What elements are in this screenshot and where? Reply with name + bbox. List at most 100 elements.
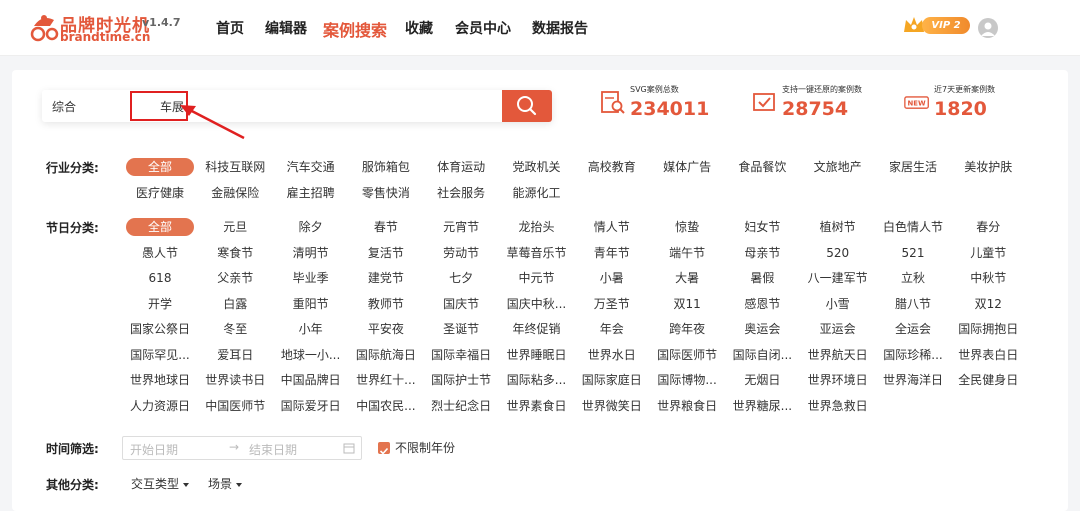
search-button[interactable] (502, 90, 552, 122)
vip-badge[interactable]: VIP 2 (902, 14, 970, 36)
festival-tag[interactable]: 烈士纪念日 (425, 397, 497, 415)
festival-tag[interactable]: 元宵节 (425, 218, 497, 236)
festival-tag[interactable]: 世界糖尿... (726, 397, 798, 415)
festival-tag[interactable]: 国际罕见... (124, 346, 196, 364)
scene-dropdown[interactable]: 场景 (208, 475, 243, 492)
festival-tag[interactable]: 520 (802, 244, 874, 262)
festival-tag[interactable]: 世界粮食日 (651, 397, 723, 415)
industry-tag[interactable]: 服饰箱包 (350, 158, 422, 176)
festival-tag[interactable]: 无烟日 (726, 371, 798, 389)
festival-tag[interactable]: 草莓音乐节 (501, 244, 573, 262)
end-date-input[interactable]: 结束日期 (249, 441, 297, 458)
industry-tag[interactable]: 高校教育 (576, 158, 648, 176)
festival-tag[interactable]: 人力资源日 (124, 397, 196, 415)
festival-tag[interactable]: 圣诞节 (425, 320, 497, 338)
festival-tag[interactable]: 爱耳日 (199, 346, 271, 364)
industry-tag[interactable]: 社会服务 (425, 184, 497, 202)
festival-tag[interactable]: 年终促销 (501, 320, 573, 338)
festival-tag[interactable]: 妇女节 (726, 218, 798, 236)
festival-tag[interactable]: 小暑 (576, 269, 648, 287)
festival-tag[interactable]: 国家公祭日 (124, 320, 196, 338)
festival-tag[interactable]: 中国医师节 (199, 397, 271, 415)
industry-tag[interactable]: 美妆护肤 (952, 158, 1024, 176)
festival-tag[interactable]: 毕业季 (275, 269, 347, 287)
festival-tag[interactable]: 世界读书日 (199, 371, 271, 389)
nav-favorites[interactable]: 收藏 (405, 18, 433, 38)
festival-tag[interactable]: 世界海洋日 (877, 371, 949, 389)
festival-tag[interactable]: 腊八节 (877, 295, 949, 313)
festival-tag[interactable]: 重阳节 (275, 295, 347, 313)
no-limit-year-checkbox[interactable] (378, 442, 390, 455)
festival-tag[interactable]: 春节 (350, 218, 422, 236)
festival-tag[interactable]: 七夕 (425, 269, 497, 287)
festival-tag[interactable]: 跨年夜 (651, 320, 723, 338)
festival-tag[interactable]: 国庆中秋... (501, 295, 573, 313)
festival-tag[interactable]: 地球一小... (275, 346, 347, 364)
nav-case-search[interactable]: 案例搜索 (323, 17, 387, 41)
festival-tag[interactable]: 双11 (651, 295, 723, 313)
festival-tag[interactable]: 立秋 (877, 269, 949, 287)
industry-tag[interactable]: 文旅地产 (802, 158, 874, 176)
festival-tag[interactable]: 国际博物... (651, 371, 723, 389)
festival-tag[interactable]: 世界红十... (350, 371, 422, 389)
nav-home[interactable]: 首页 (216, 18, 244, 38)
interaction-type-dropdown[interactable]: 交互类型 (131, 475, 190, 492)
festival-tag[interactable]: 大暑 (651, 269, 723, 287)
festival-tag[interactable]: 愚人节 (124, 244, 196, 262)
nav-data-report[interactable]: 数据报告 (532, 18, 588, 38)
festival-tag[interactable]: 国际粘多... (501, 371, 573, 389)
festival-tag[interactable]: 小雪 (802, 295, 874, 313)
avatar[interactable] (978, 18, 998, 38)
festival-tag[interactable]: 八一建军节 (802, 269, 874, 287)
start-date-input[interactable]: 开始日期 (130, 441, 178, 458)
industry-tag[interactable]: 医疗健康 (124, 184, 196, 202)
festival-tag[interactable]: 亚运会 (802, 320, 874, 338)
festival-tag[interactable]: 建党节 (350, 269, 422, 287)
festival-tag[interactable]: 青年节 (576, 244, 648, 262)
festival-tag[interactable]: 年会 (576, 320, 648, 338)
festival-tag[interactable]: 中秋节 (952, 269, 1024, 287)
festival-tag[interactable]: 平安夜 (350, 320, 422, 338)
festival-tag[interactable]: 父亲节 (199, 269, 271, 287)
festival-tag[interactable]: 春分 (952, 218, 1024, 236)
festival-tag[interactable]: 国际护士节 (425, 371, 497, 389)
festival-tag[interactable]: 感恩节 (726, 295, 798, 313)
festival-tag[interactable]: 万圣节 (576, 295, 648, 313)
festival-tag[interactable]: 开学 (124, 295, 196, 313)
festival-tag[interactable]: 教师节 (350, 295, 422, 313)
industry-tag[interactable]: 体育运动 (425, 158, 497, 176)
festival-tag[interactable]: 国际自闭... (726, 346, 798, 364)
festival-tag[interactable]: 中国品牌日 (275, 371, 347, 389)
festival-tag-all[interactable]: 全部 (126, 218, 194, 236)
festival-tag[interactable]: 全民健身日 (952, 371, 1024, 389)
festival-tag[interactable]: 中元节 (501, 269, 573, 287)
date-range-picker[interactable]: 开始日期 → 结束日期 (122, 436, 362, 460)
industry-tag[interactable]: 能源化工 (501, 184, 573, 202)
festival-tag[interactable]: 元旦 (199, 218, 271, 236)
festival-tag[interactable]: 劳动节 (425, 244, 497, 262)
festival-tag[interactable]: 寒食节 (199, 244, 271, 262)
festival-tag[interactable]: 国际拥抱日 (952, 320, 1024, 338)
festival-tag[interactable]: 全运会 (877, 320, 949, 338)
festival-tag[interactable]: 双12 (952, 295, 1024, 313)
festival-tag[interactable]: 世界素食日 (501, 397, 573, 415)
industry-tag[interactable]: 食品餐饮 (726, 158, 798, 176)
festival-tag[interactable]: 世界地球日 (124, 371, 196, 389)
festival-tag[interactable]: 世界微笑日 (576, 397, 648, 415)
festival-tag[interactable]: 中国农民... (350, 397, 422, 415)
industry-tag[interactable]: 媒体广告 (651, 158, 723, 176)
festival-tag[interactable]: 清明节 (275, 244, 347, 262)
brand-logo[interactable]: 品牌时光机 brandtime.cn (28, 8, 150, 46)
industry-tag-all[interactable]: 全部 (126, 158, 194, 176)
festival-tag[interactable]: 冬至 (199, 320, 271, 338)
festival-tag[interactable]: 国际航海日 (350, 346, 422, 364)
nav-member-center[interactable]: 会员中心 (455, 18, 511, 38)
festival-tag[interactable]: 世界睡眠日 (501, 346, 573, 364)
festival-tag[interactable]: 白露 (199, 295, 271, 313)
festival-tag[interactable]: 除夕 (275, 218, 347, 236)
festival-tag[interactable]: 521 (877, 244, 949, 262)
festival-tag[interactable]: 世界表白日 (952, 346, 1024, 364)
festival-tag[interactable]: 世界水日 (576, 346, 648, 364)
festival-tag[interactable]: 复活节 (350, 244, 422, 262)
industry-tag[interactable]: 金融保险 (199, 184, 271, 202)
